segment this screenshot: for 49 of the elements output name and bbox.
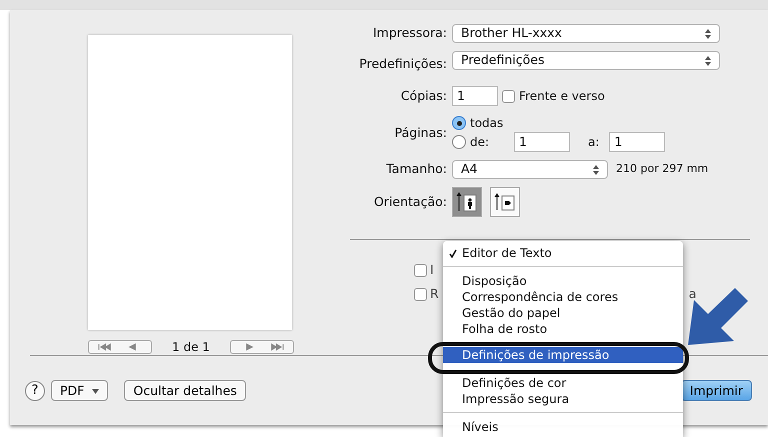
field-label: Tamanho: bbox=[385, 160, 447, 178]
stepper-arrows-icon bbox=[705, 56, 711, 66]
menu-item[interactable]: Definições de impressão bbox=[443, 347, 683, 363]
field-label: Páginas: bbox=[394, 124, 447, 142]
printer-select[interactable]: Brother HL-xxxx bbox=[452, 24, 720, 43]
menu-item[interactable]: Editor de Texto bbox=[443, 245, 683, 261]
field-label: Impressora: bbox=[372, 24, 447, 42]
help-button[interactable]: ? bbox=[25, 380, 45, 400]
checkbox-label: Frente e verso bbox=[519, 88, 605, 105]
checkmark-icon bbox=[449, 249, 457, 258]
menu-item[interactable]: Disposição bbox=[443, 273, 683, 289]
menu-item[interactable]: Gestão do papel bbox=[443, 305, 683, 321]
field-label: Orientação: bbox=[372, 192, 447, 211]
menu-item[interactable]: Definições de cor bbox=[443, 375, 683, 391]
radio-label: de: bbox=[470, 134, 490, 151]
hide-details-button[interactable]: Ocultar detalhes bbox=[124, 380, 246, 401]
to-field[interactable]: 1 bbox=[609, 132, 666, 152]
field-label: Cópias: bbox=[400, 86, 447, 105]
menu-item[interactable]: Folha de rosto bbox=[443, 321, 683, 337]
arrow-drawing bbox=[688, 288, 748, 345]
page-back-buttons[interactable] bbox=[88, 340, 152, 354]
checkbox-label: a bbox=[688, 284, 696, 303]
checkbox[interactable] bbox=[502, 90, 515, 102]
menu-item[interactable]: Impressão segura bbox=[443, 391, 683, 407]
paper-size-select[interactable]: A4 bbox=[452, 160, 608, 179]
field-label: a: bbox=[588, 134, 600, 151]
radio-button[interactable] bbox=[452, 116, 466, 130]
caret-icon bbox=[92, 389, 100, 394]
stepper-arrows-icon bbox=[593, 164, 599, 174]
presets-select[interactable]: Predefinições bbox=[452, 51, 720, 70]
print-button[interactable]: Imprimir bbox=[680, 380, 752, 401]
stepper-arrows-icon bbox=[705, 28, 711, 38]
radio-button[interactable] bbox=[452, 135, 466, 149]
checkbox[interactable] bbox=[414, 264, 427, 276]
copies-field[interactable]: 1 bbox=[452, 86, 498, 106]
checkbox-label: I bbox=[430, 260, 434, 279]
page-forward-buttons[interactable] bbox=[230, 340, 294, 354]
pdf-menu-button[interactable]: PDF bbox=[51, 380, 108, 401]
radio-label: todas bbox=[470, 115, 504, 132]
field-label: Predefinições: bbox=[358, 55, 447, 74]
paper-dimensions: 210 por 297 mm bbox=[616, 161, 708, 178]
checkbox-label: R bbox=[430, 284, 439, 303]
page-indicator: 1 de 1 bbox=[172, 339, 210, 356]
portrait-orientation-button[interactable] bbox=[452, 187, 482, 217]
checkbox[interactable] bbox=[414, 288, 427, 300]
landscape-orientation-button[interactable] bbox=[490, 187, 520, 217]
menu-item[interactable]: Níveis bbox=[443, 419, 683, 435]
from-field[interactable]: 1 bbox=[514, 132, 570, 152]
menu-item[interactable]: Correspondência de cores bbox=[443, 289, 683, 305]
